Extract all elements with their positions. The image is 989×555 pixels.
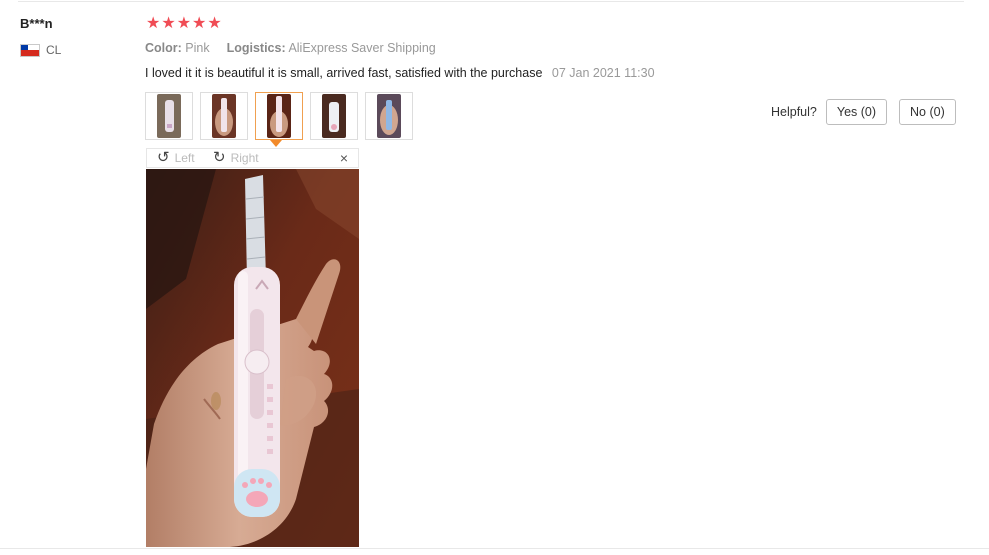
reviewer-country: CL — [20, 42, 61, 58]
chile-flag-icon — [20, 43, 40, 57]
reviewer-name: B***n — [20, 16, 53, 31]
bottom-divider — [0, 548, 989, 549]
star-icon: ★ — [192, 15, 207, 32]
logistics-key: Logistics: — [226, 41, 286, 55]
review-body: I loved it it is beautiful it is small, … — [145, 66, 655, 80]
star-icon: ★ — [161, 15, 176, 32]
star-rating: ★ ★ ★ ★ ★ — [146, 15, 222, 33]
review-photo-image — [146, 169, 359, 547]
thumbnail-image — [212, 94, 236, 138]
photo-thumbnail[interactable] — [310, 92, 358, 140]
top-divider — [18, 1, 964, 2]
helpful-yes-button[interactable]: Yes (0) — [825, 99, 888, 125]
thumbnail-image — [267, 94, 291, 138]
review-attributes: Color: Pink Logistics: AliExpress Saver … — [145, 41, 436, 55]
thumbnail-image — [377, 94, 401, 138]
review-text: I loved it it is beautiful it is small, … — [145, 66, 543, 80]
photo-thumbnail[interactable] — [145, 92, 193, 140]
photo-thumbnail-selected[interactable] — [255, 92, 303, 140]
thumbnail-image — [157, 94, 181, 138]
rotate-right-button[interactable]: ↻ Right — [213, 150, 259, 166]
color-key: Color: — [145, 41, 182, 55]
rotate-left-icon: ↺ — [157, 149, 170, 166]
star-icon: ★ — [207, 15, 222, 32]
enlarged-review-photo — [146, 169, 359, 547]
star-icon: ★ — [146, 15, 161, 32]
logistics-value: AliExpress Saver Shipping — [288, 41, 436, 55]
rotate-right-icon: ↻ — [213, 149, 226, 166]
thumbnail-image — [322, 94, 346, 138]
photo-thumbnail[interactable] — [200, 92, 248, 140]
rotate-left-button[interactable]: ↺ Left — [157, 150, 195, 166]
helpful-no-button[interactable]: No (0) — [899, 99, 956, 125]
photo-viewer-toolbar: ↺ Left ↻ Right × — [146, 148, 359, 168]
country-code: CL — [46, 43, 62, 57]
helpful-vote: Helpful? Yes (0) No (0) — [771, 99, 956, 125]
helpful-label: Helpful? — [771, 105, 817, 119]
close-icon[interactable]: × — [340, 149, 348, 167]
rotate-left-label: Left — [174, 151, 195, 165]
review-date: 07 Jan 2021 11:30 — [551, 66, 655, 80]
photo-thumbnails — [145, 92, 420, 140]
star-icon: ★ — [176, 15, 192, 32]
selected-thumbnail-pointer — [270, 140, 282, 147]
rotate-right-label: Right — [230, 151, 259, 165]
photo-thumbnail[interactable] — [365, 92, 413, 140]
color-value: Pink — [185, 41, 210, 55]
